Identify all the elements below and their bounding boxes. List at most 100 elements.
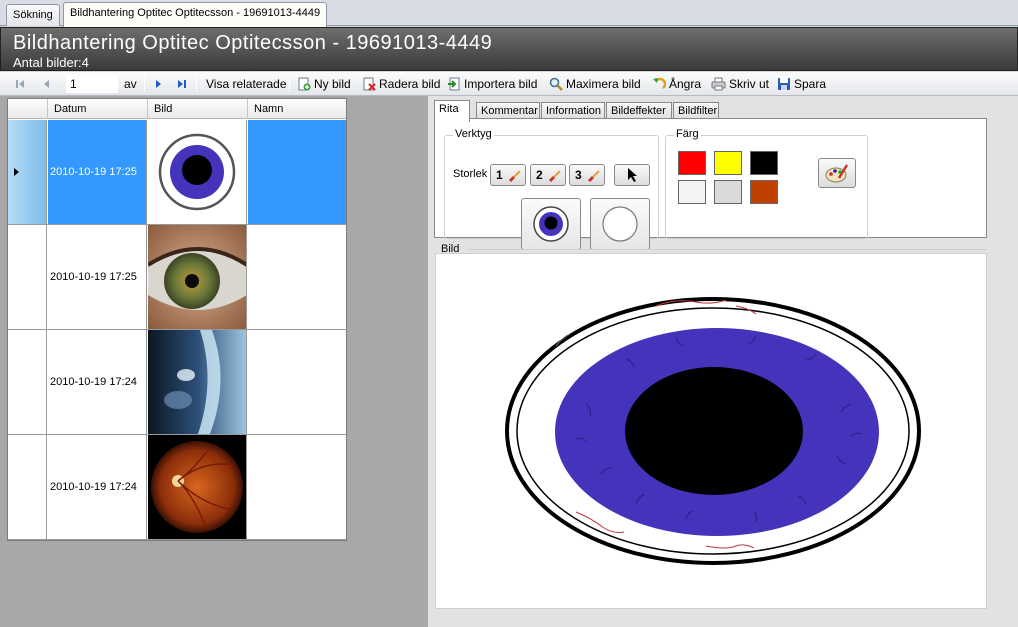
- image-list-pane: Datum Bild Namn 2010-10-19 17:25 2010-10…: [0, 96, 428, 627]
- tools-group: Verktyg Storlek 1 2 3: [444, 128, 659, 250]
- eye-drawing: [505, 297, 921, 565]
- delete-image-icon: [363, 77, 376, 91]
- import-image-label: Importera bild: [464, 77, 538, 91]
- size-2-label: 2: [536, 168, 543, 182]
- previous-page-icon: [44, 80, 49, 88]
- size-2-button[interactable]: 2: [530, 164, 566, 186]
- column-header-datum[interactable]: Datum: [48, 99, 148, 119]
- thumbnail-cell[interactable]: [148, 435, 247, 539]
- brush-icon: [508, 170, 521, 183]
- drawing-canvas[interactable]: [435, 253, 987, 609]
- size-1-label: 1: [496, 168, 503, 182]
- tab-sokning[interactable]: Sökning: [6, 4, 60, 26]
- color-swatch-yellow[interactable]: [714, 151, 742, 175]
- new-image-icon: [298, 77, 311, 91]
- new-image-label: Ny bild: [314, 77, 351, 91]
- show-related-button[interactable]: Visa relaterade: [206, 75, 287, 93]
- image-panel: Bild: [434, 243, 987, 609]
- row-header-corner: [8, 99, 48, 119]
- previous-page-button[interactable]: [40, 75, 55, 93]
- size-1-button[interactable]: 1: [490, 164, 526, 186]
- floppy-disk-icon: [778, 78, 790, 90]
- color-group: Färg: [665, 128, 868, 239]
- name-cell: [248, 330, 346, 434]
- last-page-button[interactable]: [176, 75, 191, 93]
- color-swatch-black[interactable]: [750, 151, 778, 175]
- row-selector[interactable]: [8, 435, 47, 539]
- date-cell: 2010-10-19 17:25: [48, 120, 147, 224]
- column-header-bild[interactable]: Bild: [148, 99, 248, 119]
- next-page-button[interactable]: [153, 75, 168, 93]
- print-button[interactable]: Skriv ut: [711, 75, 769, 93]
- image-grid: Datum Bild Namn 2010-10-19 17:25 2010-10…: [7, 98, 347, 541]
- cornea-photo-thumbnail: [148, 330, 246, 434]
- thumbnail-cell[interactable]: [148, 330, 247, 434]
- table-row[interactable]: 2010-10-19 17:25: [8, 225, 346, 330]
- row-selector[interactable]: [8, 120, 47, 224]
- table-row[interactable]: 2010-10-19 17:24: [8, 330, 346, 435]
- magnifier-icon: [549, 77, 563, 91]
- undo-label: Ångra: [669, 77, 702, 91]
- thumbnail-cell[interactable]: [148, 225, 247, 329]
- print-label: Skriv ut: [729, 77, 770, 91]
- maximize-image-label: Maximera bild: [566, 77, 641, 91]
- new-image-button[interactable]: Ny bild: [297, 75, 351, 93]
- thumbnail-cell[interactable]: [148, 120, 247, 224]
- color-swatch-grey[interactable]: [714, 180, 742, 204]
- date-cell: 2010-10-19 17:25: [48, 225, 147, 329]
- fundus-photo-thumbnail: [148, 435, 246, 539]
- tab-rita[interactable]: Rita: [434, 100, 470, 122]
- date-cell: 2010-10-19 17:24: [48, 435, 147, 539]
- page-header: Bildhantering Optitec Optitecsson - 1969…: [0, 27, 1018, 71]
- undo-icon: [653, 77, 666, 89]
- color-swatch-brown[interactable]: [750, 180, 778, 204]
- date-cell: 2010-10-19 17:24: [48, 330, 147, 434]
- image-count: Antal bilder:4: [13, 55, 89, 70]
- next-page-icon: [156, 80, 161, 88]
- table-row[interactable]: 2010-10-19 17:24: [8, 435, 346, 540]
- row-selector[interactable]: [8, 330, 47, 434]
- size-label: Storlek: [453, 168, 488, 180]
- tools-group-label: Verktyg: [453, 128, 494, 140]
- undo-button[interactable]: Ångra: [652, 75, 701, 93]
- editor-pane: Rita Kommentar Information Bildeffekter …: [428, 96, 1018, 627]
- palette-icon: [825, 164, 849, 183]
- first-page-button[interactable]: [14, 75, 29, 93]
- import-image-button[interactable]: Importera bild: [447, 75, 537, 93]
- page-of-label: av: [124, 77, 137, 91]
- delete-image-button[interactable]: Radera bild: [362, 75, 440, 93]
- pointer-tool-button[interactable]: [614, 164, 650, 186]
- name-cell: [248, 120, 346, 224]
- size-3-button[interactable]: 3: [569, 164, 605, 186]
- column-header-namn[interactable]: Namn: [248, 99, 346, 119]
- current-row-arrow-icon: [14, 168, 19, 176]
- show-related-label: Visa relaterade: [206, 77, 287, 91]
- page-title: Bildhantering Optitec Optitecsson - 1969…: [13, 32, 493, 54]
- color-group-label: Färg: [674, 128, 701, 140]
- color-picker-button[interactable]: [818, 158, 856, 188]
- cursor-arrow-icon: [628, 168, 637, 182]
- maximize-image-button[interactable]: Maximera bild: [549, 75, 641, 93]
- delete-image-label: Radera bild: [379, 77, 441, 91]
- name-cell: [248, 225, 346, 329]
- pupil: [625, 367, 803, 495]
- drawing-tools-panel: Verktyg Storlek 1 2 3 Färg: [434, 118, 987, 250]
- brush-icon: [548, 170, 561, 183]
- save-label: Spara: [794, 77, 827, 91]
- table-row[interactable]: 2010-10-19 17:25: [8, 120, 346, 225]
- page-number-input[interactable]: 1: [66, 75, 118, 93]
- color-swatch-white[interactable]: [678, 180, 706, 204]
- save-button[interactable]: Spara: [777, 75, 826, 93]
- first-page-icon: [16, 80, 24, 88]
- eye-photo-thumbnail: [148, 225, 246, 329]
- circle-icon: [602, 206, 638, 242]
- window-tab-strip: Sökning Bildhantering Optitec Optitecsso…: [0, 0, 1018, 27]
- import-image-icon: [448, 77, 460, 91]
- row-selector[interactable]: [8, 225, 47, 329]
- grid-header: Datum Bild Namn: [8, 99, 346, 119]
- color-swatch-red[interactable]: [678, 151, 706, 175]
- drawn-eye-thumbnail: [158, 133, 236, 211]
- eye-template-icon: [533, 206, 569, 242]
- tab-bildhantering[interactable]: Bildhantering Optitec Optitecsson - 1969…: [63, 2, 328, 27]
- last-page-icon: [178, 80, 186, 88]
